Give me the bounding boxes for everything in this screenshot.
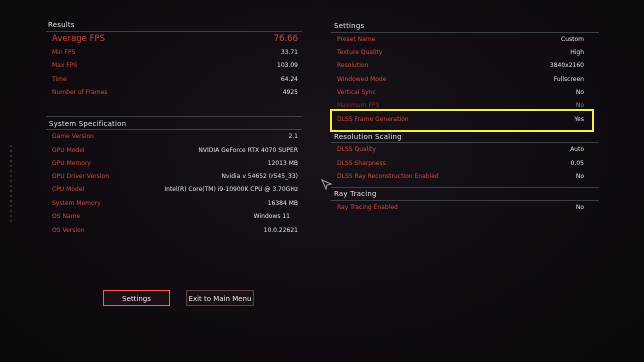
setting-row-vsync: Vertical Sync No [337, 88, 584, 98]
settings-button[interactable]: Settings [103, 290, 170, 306]
setting-value: Fullscreen [553, 76, 584, 83]
system-title: System Specification [49, 120, 127, 128]
stat-label: Number of Frames [52, 89, 108, 96]
setting-value: Custom [561, 36, 584, 43]
stat-label: Max FPS [52, 62, 78, 69]
spec-label: GPU Model [52, 147, 85, 154]
stat-value: 103.09 [277, 62, 298, 69]
raytracing-title: Ray Tracing [334, 190, 377, 198]
stat-label: Average FPS [52, 34, 106, 44]
spec-value: Nvidia v 54652 (r545_33) [221, 173, 298, 180]
spec-label: GPU Memory [52, 160, 91, 167]
spec-value: 16384 MB [267, 200, 298, 207]
settings-title: Settings [334, 22, 365, 30]
system-top-divider [46, 116, 302, 117]
results-divider [46, 31, 302, 32]
setting-label: Resolution [337, 62, 369, 69]
spec-row: Game Version 2.1 [52, 132, 298, 142]
setting-value: High [570, 49, 584, 56]
stat-value: 64.24 [280, 76, 298, 83]
spec-value: 12013 MB [267, 160, 298, 167]
system-divider [46, 129, 302, 130]
scaling-row-sharpness: DLSS Sharpness 0.05 [337, 159, 584, 169]
side-decoration [10, 145, 12, 223]
raytracing-row-enabled: Ray Tracing Enabled No [337, 203, 584, 213]
stat-value: 33.71 [280, 49, 298, 56]
raytracing-divider [331, 200, 599, 201]
spec-row: System Memory 16384 MB [52, 199, 298, 209]
corner-decoration [16, 328, 126, 338]
spec-value: NVIDIA GeForce RTX 4070 SUPER [198, 147, 298, 154]
stat-value: 76.66 [273, 34, 298, 44]
results-title: Results [48, 21, 75, 29]
setting-label: Preset Name [337, 36, 376, 43]
setting-label: DLSS Quality [337, 146, 376, 153]
spec-row: CPU Model Intel(R) Core(TM) i9-10900K CP… [52, 185, 298, 195]
setting-label: DLSS Sharpness [337, 160, 386, 167]
spec-row: GPU Model NVIDIA GeForce RTX 4070 SUPER [52, 146, 298, 156]
raytracing-top-divider [331, 187, 599, 188]
spec-value: 10.0.22621 [263, 227, 298, 234]
setting-label: DLSS Ray Reconstruction Enabled [337, 173, 439, 180]
setting-value: 0.05 [570, 160, 584, 167]
setting-row-preset: Preset Name Custom [337, 35, 584, 45]
stat-row-max-fps: Max FPS 103.09 [52, 61, 298, 71]
setting-value: No [575, 173, 584, 180]
stat-row-frames: Number of Frames 4925 [52, 88, 298, 98]
spec-label: OS Version [52, 227, 85, 234]
scaling-row-ray-reconstruction: DLSS Ray Reconstruction Enabled No [337, 172, 584, 182]
stat-row-average-fps: Average FPS 76.66 [52, 34, 298, 45]
setting-row-resolution: Resolution 3840x2160 [337, 61, 584, 71]
setting-row-windowed: Windowed Mode Fullscreen [337, 75, 584, 85]
settings-divider [331, 32, 599, 33]
setting-value: No [575, 204, 584, 211]
spec-row: GPU Memory 12013 MB [52, 159, 298, 169]
spec-value: Intel(R) Core(TM) i9-10900K CPU @ 3.70GH… [164, 186, 298, 193]
spec-row: OS Name Windows 11 [52, 212, 298, 222]
scaling-divider [331, 142, 599, 143]
exit-to-main-menu-button[interactable]: Exit to Main Menu [186, 290, 254, 306]
stat-value: 4925 [282, 89, 298, 96]
spec-label: GPU Driver Version [52, 173, 109, 180]
stat-label: Min FPS [52, 49, 76, 56]
spec-value: Windows 11 [253, 213, 290, 220]
spec-label: OS Name [52, 213, 81, 220]
setting-label: Vertical Sync [337, 89, 376, 96]
spec-label: System Memory [52, 200, 101, 207]
setting-row-texture: Texture Quality High [337, 48, 584, 58]
setting-label: Ray Tracing Enabled [337, 204, 398, 211]
scaling-title: Resolution Scaling [334, 133, 402, 141]
spec-value: 2.1 [288, 133, 298, 140]
stat-label: Time [52, 76, 67, 83]
setting-value: Auto [570, 146, 584, 153]
mouse-pointer-icon [321, 179, 333, 191]
spec-row: GPU Driver Version Nvidia v 54652 (r545_… [52, 172, 298, 182]
stat-row-min-fps: Min FPS 33.71 [52, 48, 298, 58]
spec-row: OS Version 10.0.22621 [52, 226, 298, 236]
setting-value: 3840x2160 [549, 62, 584, 69]
spec-label: Game Version [52, 133, 94, 140]
highlight-frame [330, 109, 594, 132]
scaling-row-quality: DLSS Quality Auto [337, 145, 584, 155]
spec-label: CPU Model [52, 186, 85, 193]
setting-label: Texture Quality [337, 49, 383, 56]
stat-row-time: Time 64.24 [52, 75, 298, 85]
setting-value: No [575, 89, 584, 96]
setting-label: Windowed Mode [337, 76, 387, 83]
